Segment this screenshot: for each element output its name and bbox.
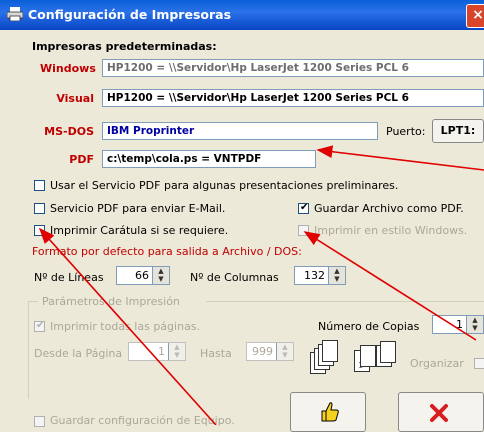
- arrow-to-cover-checkbox: [38, 227, 217, 425]
- arrow-to-windows-style-checkbox: [303, 231, 477, 341]
- annotation-arrows: [38, 145, 484, 425]
- arrow-to-pdf-field: [316, 145, 484, 171]
